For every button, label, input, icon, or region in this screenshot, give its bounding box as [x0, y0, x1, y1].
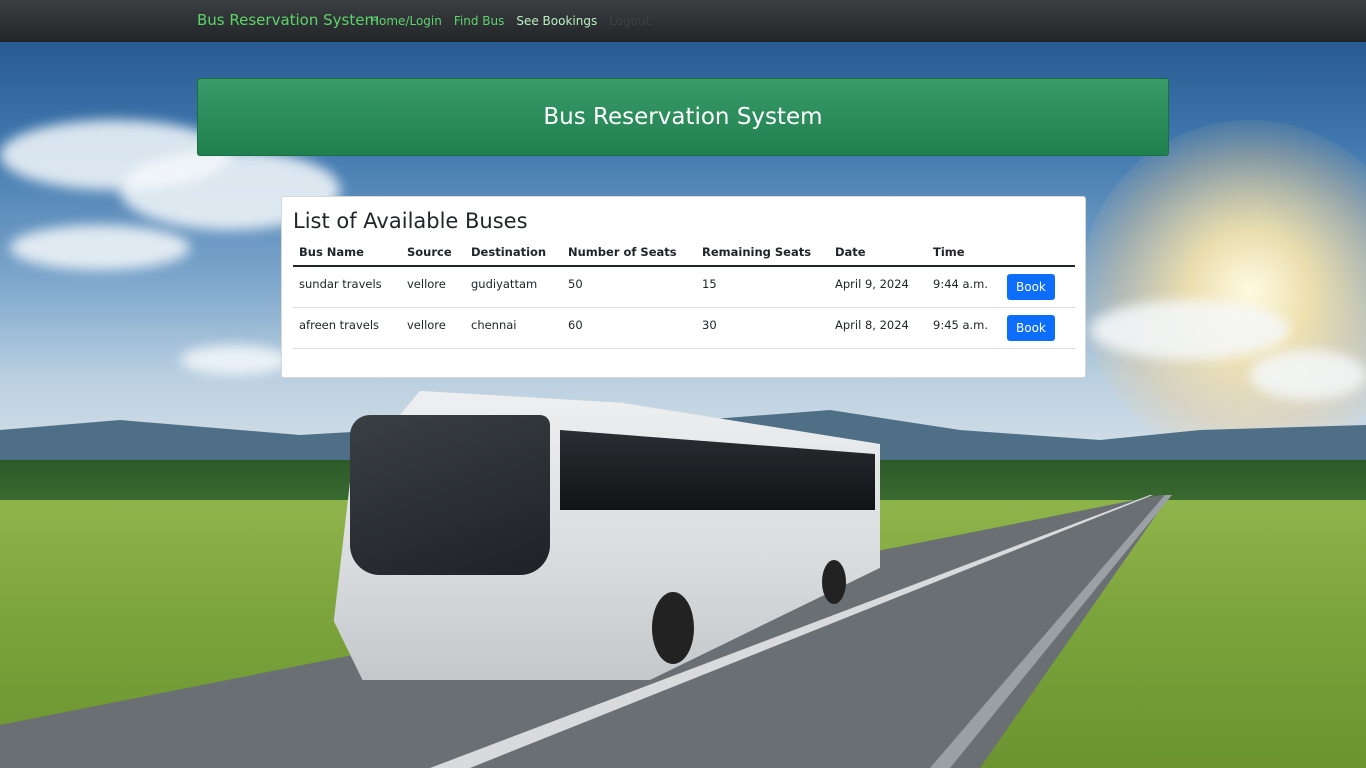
cell-action: Book [1001, 307, 1075, 349]
table-row: afreen travels vellore chennai 60 30 Apr… [293, 307, 1075, 349]
book-button[interactable]: Book [1007, 314, 1055, 341]
cell-remaining-seats: 15 [696, 266, 829, 308]
cloud [1090, 300, 1290, 360]
column-header-destination: Destination [465, 241, 562, 267]
buses-table: Bus Name Source Destination Number of Se… [293, 241, 1075, 349]
column-header-time: Time [927, 241, 1001, 267]
cloud [10, 225, 190, 270]
cell-number-of-seats: 50 [562, 266, 696, 308]
bus-wheel [822, 560, 846, 604]
nav-link-logout[interactable]: Logout [609, 14, 650, 28]
cell-time: 9:45 a.m. [927, 307, 1001, 349]
table-header-row: Bus Name Source Destination Number of Se… [293, 241, 1075, 267]
bus-wheel [652, 592, 694, 664]
column-header-remaining-seats: Remaining Seats [696, 241, 829, 267]
top-navbar: Bus Reservation System Home/Login Find B… [0, 0, 1366, 42]
nav-links: Home/Login Find Bus See Bookings Logout [370, 14, 662, 28]
nav-link-see-bookings[interactable]: See Bookings [516, 14, 597, 28]
nav-link-home-login[interactable]: Home/Login [370, 14, 442, 28]
cell-date: April 8, 2024 [829, 307, 927, 349]
column-header-source: Source [401, 241, 465, 267]
cell-bus-name: afreen travels [293, 307, 401, 349]
cell-destination: gudiyattam [465, 266, 562, 308]
cell-source: vellore [401, 266, 465, 308]
bus-windshield [350, 415, 550, 575]
available-buses-card: List of Available Buses Bus Name Source … [281, 196, 1086, 378]
column-header-bus-name: Bus Name [293, 241, 401, 267]
nav-link-find-bus[interactable]: Find Bus [454, 14, 505, 28]
cell-source: vellore [401, 307, 465, 349]
column-header-date: Date [829, 241, 927, 267]
page-title: Bus Reservation System [543, 104, 823, 130]
buses-table-title: List of Available Buses [293, 209, 528, 233]
cloud [180, 345, 290, 375]
cell-action: Book [1001, 266, 1075, 308]
book-button[interactable]: Book [1007, 273, 1055, 300]
navbar-brand[interactable]: Bus Reservation System [197, 11, 379, 29]
cloud [1250, 350, 1366, 400]
column-header-action [1001, 241, 1075, 267]
cell-time: 9:44 a.m. [927, 266, 1001, 308]
cell-destination: chennai [465, 307, 562, 349]
cell-remaining-seats: 30 [696, 307, 829, 349]
table-row: sundar travels vellore gudiyattam 50 15 … [293, 266, 1075, 308]
cell-bus-name: sundar travels [293, 266, 401, 308]
cell-number-of-seats: 60 [562, 307, 696, 349]
cell-date: April 9, 2024 [829, 266, 927, 308]
header-banner: Bus Reservation System [197, 78, 1169, 156]
column-header-number-of-seats: Number of Seats [562, 241, 696, 267]
